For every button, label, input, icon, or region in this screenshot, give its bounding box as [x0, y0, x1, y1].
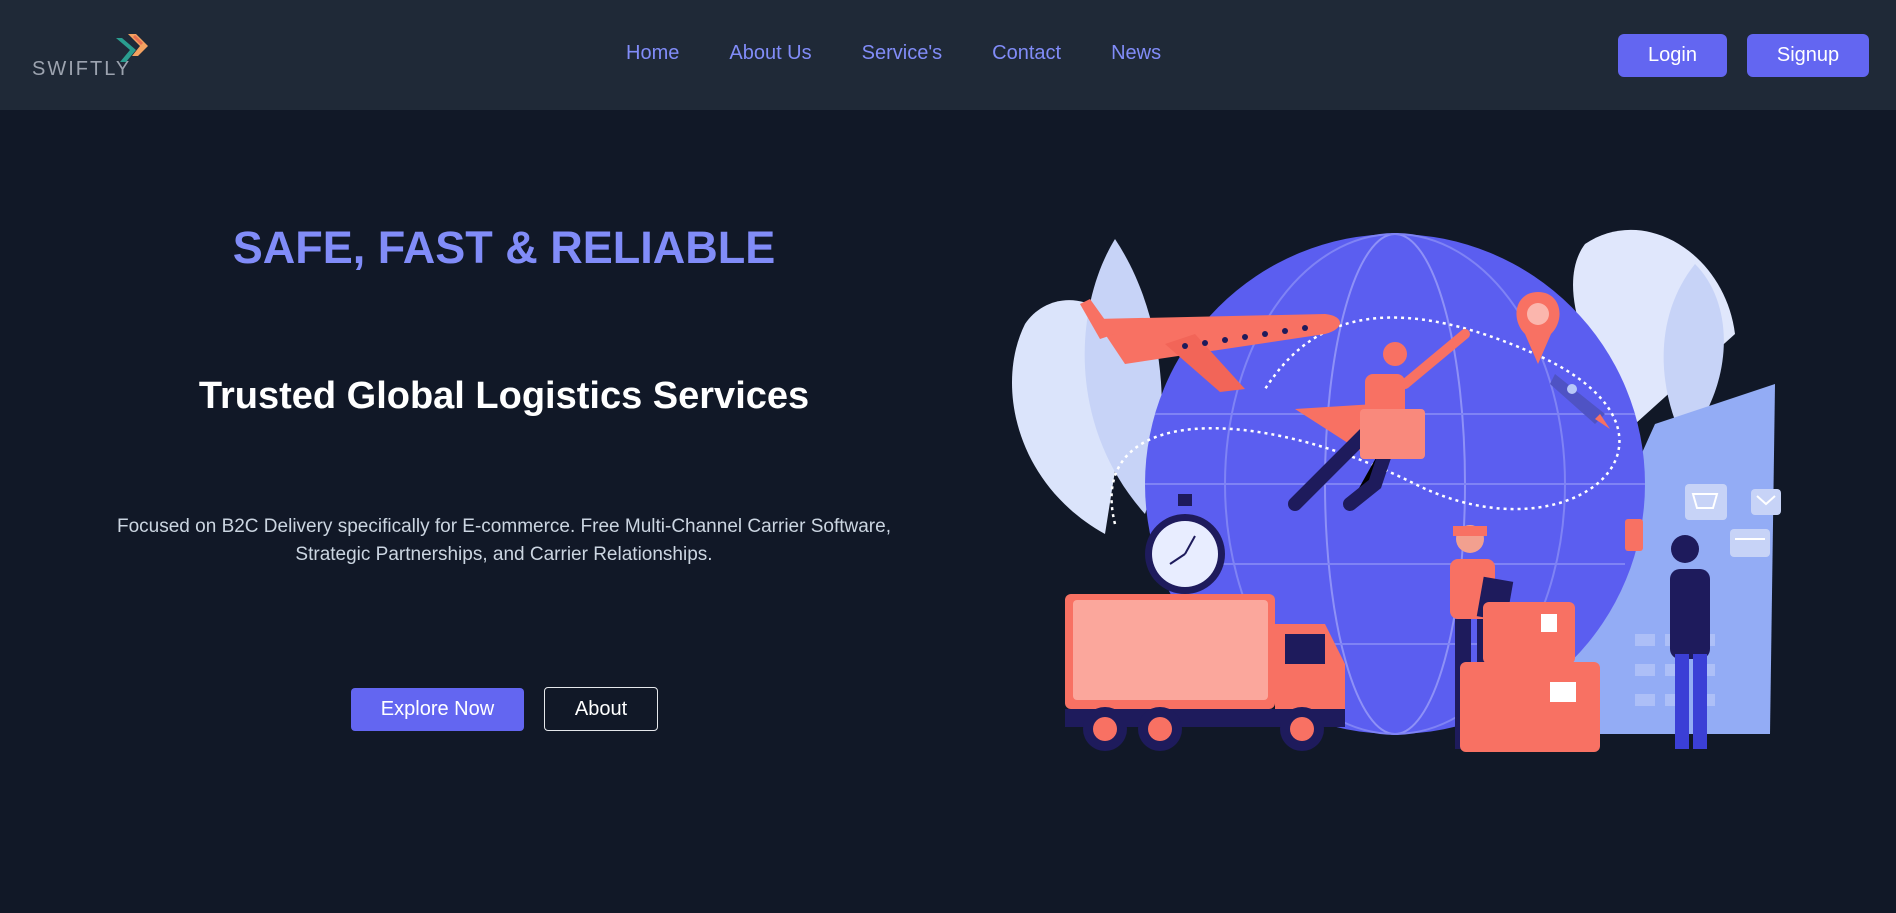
nav-contact[interactable]: Contact [992, 42, 1061, 65]
hero-tagline: SAFE, FAST & RELIABLE [232, 222, 776, 273]
shopping-cart-icon [1685, 484, 1727, 520]
nav-home[interactable]: Home [626, 42, 679, 65]
navbar: SWIFTLY Home About Us Service's Contact … [0, 0, 1896, 110]
hero-title: Trusted Global Logistics Services [198, 375, 810, 417]
nav-about-us[interactable]: About Us [729, 42, 811, 65]
nav-services[interactable]: Service's [862, 42, 943, 65]
brand-mark-icon [116, 34, 148, 62]
logistics-illustration [1011, 229, 1781, 752]
main-nav: Home About Us Service's Contact News [626, 42, 1211, 65]
mail-icon [1751, 489, 1781, 515]
hero-description: Focused on B2C Delivery specifically for… [117, 516, 891, 565]
signup-button[interactable]: Signup [1747, 34, 1869, 77]
login-button[interactable]: Login [1618, 34, 1727, 77]
about-button[interactable]: About [544, 687, 658, 731]
nav-news[interactable]: News [1111, 42, 1161, 65]
credit-card-icon [1730, 529, 1770, 557]
explore-now-button[interactable]: Explore Now [351, 688, 524, 731]
brand-logo[interactable]: SWIFTLY [30, 28, 155, 84]
